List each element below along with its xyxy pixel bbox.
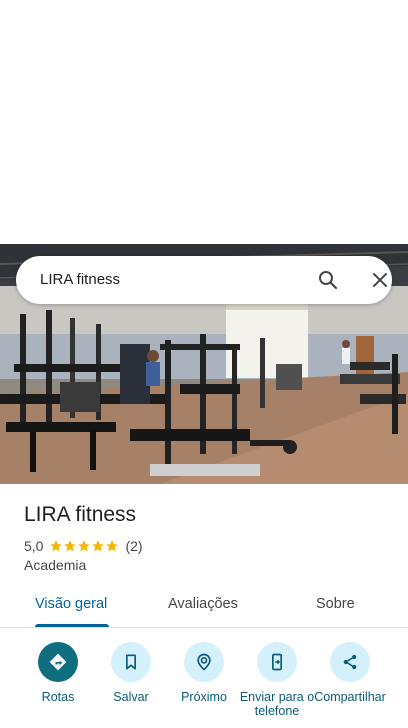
- nearby-label: Próximo: [181, 690, 227, 704]
- search-bar[interactable]: LIRA fitness: [16, 256, 392, 304]
- rating-value: 5,0: [24, 538, 44, 554]
- send-to-phone-label: Enviar para o telefone: [239, 690, 315, 718]
- tab-overview[interactable]: Visão geral: [35, 596, 107, 612]
- map-area[interactable]: [0, 0, 408, 244]
- share-button[interactable]: Compartilhar: [310, 642, 390, 718]
- star-icon: [64, 540, 77, 552]
- nearby-icon: [197, 653, 211, 671]
- tab-active-indicator: [35, 624, 109, 627]
- tab-bar: Visão geral Avaliações Sobre: [0, 586, 408, 628]
- nearby-button[interactable]: Próximo: [164, 642, 244, 704]
- review-count[interactable]: (2): [125, 538, 142, 554]
- send-to-phone-icon: [272, 653, 282, 671]
- star-icon: [78, 540, 91, 552]
- bookmark-icon: [126, 654, 136, 670]
- send-to-phone-button[interactable]: Enviar para o telefone: [237, 642, 317, 718]
- save-label: Salvar: [113, 690, 149, 704]
- place-category: Academia: [24, 557, 87, 573]
- search-icon[interactable]: [316, 268, 340, 292]
- search-input[interactable]: LIRA fitness: [40, 271, 120, 288]
- tab-about[interactable]: Sobre: [316, 596, 355, 612]
- share-label: Compartilhar: [314, 690, 386, 704]
- tab-reviews[interactable]: Avaliações: [168, 596, 238, 612]
- star-icon: [50, 540, 63, 552]
- save-button[interactable]: Salvar: [91, 642, 171, 704]
- star-icon: [92, 540, 105, 552]
- share-icon: [343, 654, 357, 670]
- close-icon[interactable]: [368, 268, 392, 292]
- rating-row[interactable]: 5,0 (2): [24, 537, 143, 555]
- directions-button[interactable]: Rotas: [18, 642, 98, 704]
- directions-label: Rotas: [41, 690, 75, 704]
- action-bar: Rotas Salvar Próximo Enviar para o telef…: [0, 642, 408, 728]
- star-icon: [106, 540, 119, 552]
- directions-icon: [49, 653, 67, 671]
- place-title: LIRA fitness: [24, 503, 137, 526]
- star-rating: [49, 539, 119, 553]
